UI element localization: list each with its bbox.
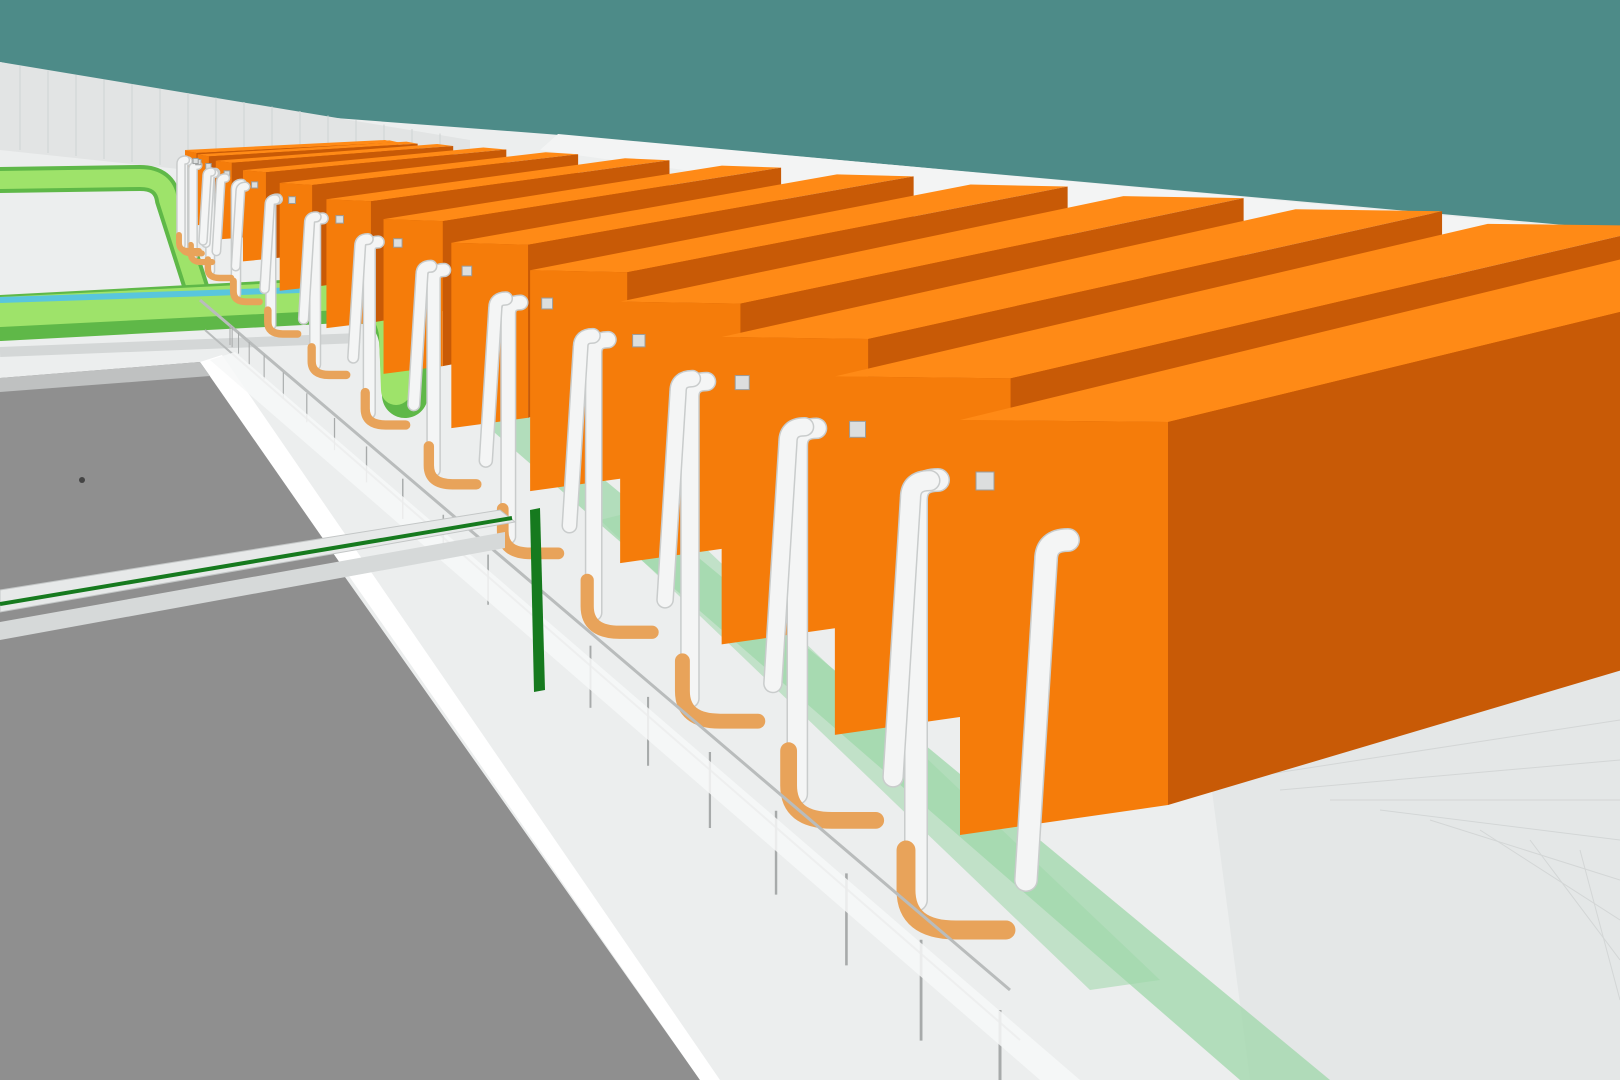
plant-3d-render [0,0,1620,1080]
basin-drain [79,477,85,483]
valve-icon [192,157,199,165]
valve-icon [251,181,259,189]
valve-icon [632,333,646,348]
valve-icon [461,265,473,277]
valve-icon [849,420,867,438]
valve-icon [541,297,554,310]
valve-icon [288,196,296,204]
valve-icon [734,375,750,391]
valve-icon [335,215,344,224]
valve-icon [975,471,995,491]
valve-icon [393,238,403,248]
